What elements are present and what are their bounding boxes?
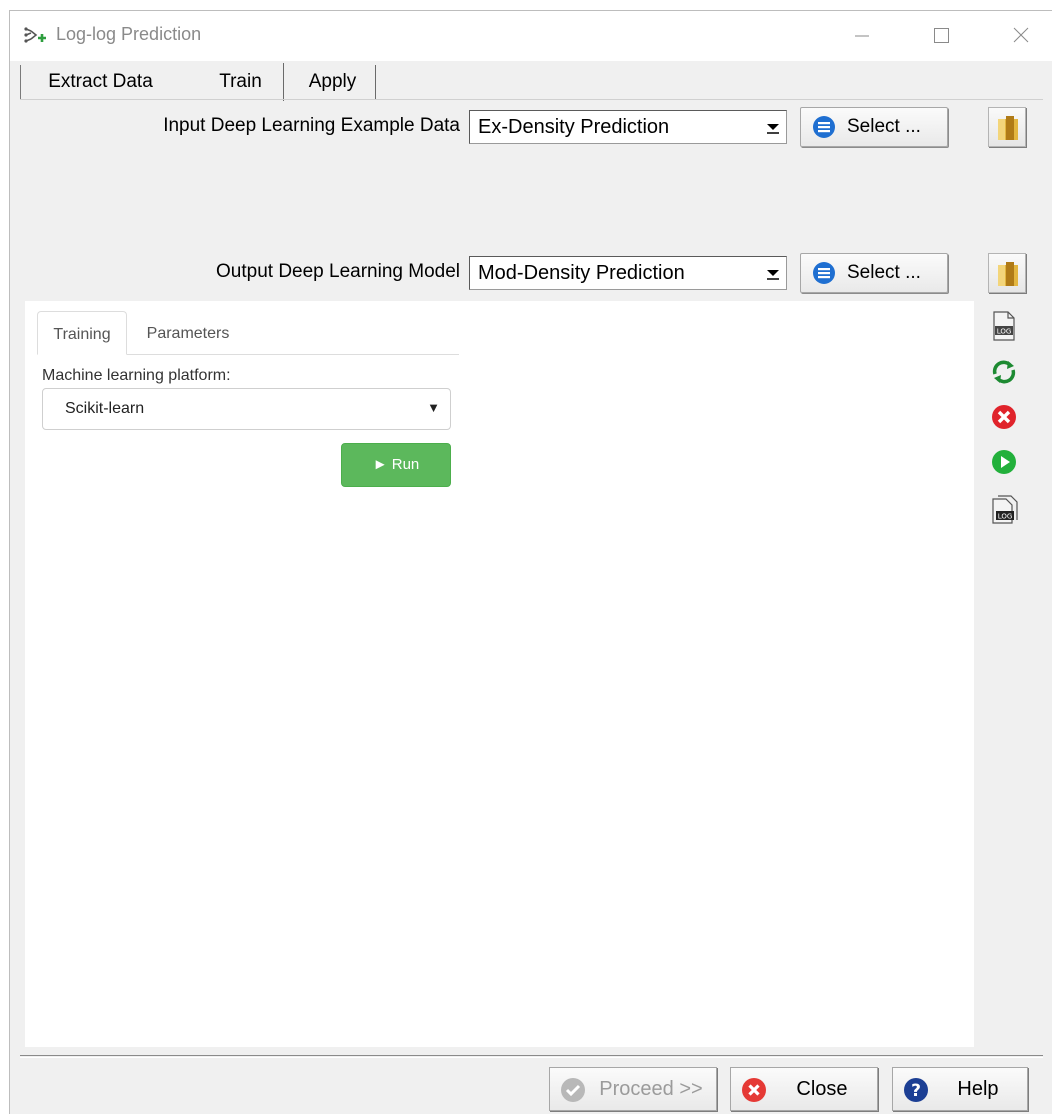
output-folder-button[interactable]	[988, 253, 1026, 293]
stop-icon	[992, 405, 1016, 429]
bottom-separator	[20, 1055, 1043, 1058]
input-select-button[interactable]: Select ...	[800, 107, 948, 147]
main-window: Log-log Prediction Extract Data Train Ap…	[9, 10, 1052, 1114]
chevron-down-icon	[767, 124, 779, 134]
start-button[interactable]	[986, 444, 1022, 480]
close-label: Close	[796, 1078, 848, 1100]
app-icon	[24, 27, 46, 43]
run-icon	[992, 450, 1016, 474]
output-model-combo[interactable]: Mod-Density Prediction	[469, 256, 787, 290]
caret-down-icon: ▼	[427, 400, 440, 415]
subtab-parameters[interactable]: Parameters	[133, 311, 243, 355]
refresh-icon	[992, 360, 1016, 384]
subtab-training[interactable]: Training	[37, 311, 127, 355]
close-window-button[interactable]	[993, 11, 1049, 61]
output-model-value: Mod-Density Prediction	[478, 262, 685, 284]
training-panel: Training Parameters Machine learning pla…	[25, 301, 974, 1047]
help-icon: ?	[904, 1078, 928, 1102]
maximize-icon	[934, 28, 949, 43]
log-view-button[interactable]: LOG	[986, 491, 1022, 527]
minimize-button[interactable]	[834, 11, 890, 61]
input-folder-button[interactable]	[988, 107, 1026, 147]
close-circle-icon	[742, 1078, 766, 1102]
title-bar: Log-log Prediction	[10, 11, 1052, 61]
help-label: Help	[957, 1078, 999, 1100]
run-label: Run	[391, 456, 420, 473]
help-button[interactable]: ? Help	[892, 1067, 1028, 1111]
log-file-button[interactable]: LOG	[986, 307, 1022, 343]
tab-extract-data[interactable]: Extract Data	[20, 65, 180, 99]
output-select-label: Select ...	[847, 262, 921, 283]
minimize-icon	[855, 35, 869, 37]
run-button[interactable]: ► Run	[341, 443, 451, 487]
list-icon	[813, 262, 835, 284]
proceed-label: Proceed >>	[599, 1078, 703, 1100]
platform-value: Scikit-learn	[65, 400, 145, 417]
close-button[interactable]: Close	[730, 1067, 878, 1111]
stop-button[interactable]	[986, 399, 1022, 435]
folder-icon	[998, 262, 1018, 286]
platform-label: Machine learning platform:	[42, 367, 231, 384]
chevron-down-icon	[767, 270, 779, 280]
window-title: Log-log Prediction	[56, 24, 202, 44]
tab-apply[interactable]: Apply	[290, 65, 376, 99]
refresh-button[interactable]	[986, 354, 1022, 390]
input-data-label: Input Deep Learning Example Data	[163, 115, 460, 136]
svg-text:LOG: LOG	[997, 328, 1012, 336]
log-view-icon: LOG	[992, 495, 1018, 524]
training-subtabs: Training Parameters	[37, 311, 459, 355]
check-circle-icon	[561, 1078, 585, 1102]
log-file-icon: LOG	[993, 311, 1015, 341]
input-data-value: Ex-Density Prediction	[478, 116, 670, 138]
svg-text:LOG: LOG	[998, 513, 1013, 521]
output-select-button[interactable]: Select ...	[800, 253, 948, 293]
proceed-button[interactable]: Proceed >>	[549, 1067, 717, 1111]
input-select-label: Select ...	[847, 116, 921, 137]
svg-text:?: ?	[911, 1081, 921, 1101]
folder-icon	[998, 116, 1018, 140]
tab-train[interactable]: Train	[198, 63, 284, 101]
close-icon	[1013, 27, 1029, 43]
maximize-button[interactable]	[913, 11, 969, 61]
platform-select[interactable]: Scikit-learn ▼	[42, 388, 451, 430]
output-model-label: Output Deep Learning Model	[216, 261, 460, 282]
play-icon: ►	[372, 456, 388, 473]
input-data-combo[interactable]: Ex-Density Prediction	[469, 110, 787, 144]
list-icon	[813, 116, 835, 138]
tab-divider	[20, 99, 1043, 100]
